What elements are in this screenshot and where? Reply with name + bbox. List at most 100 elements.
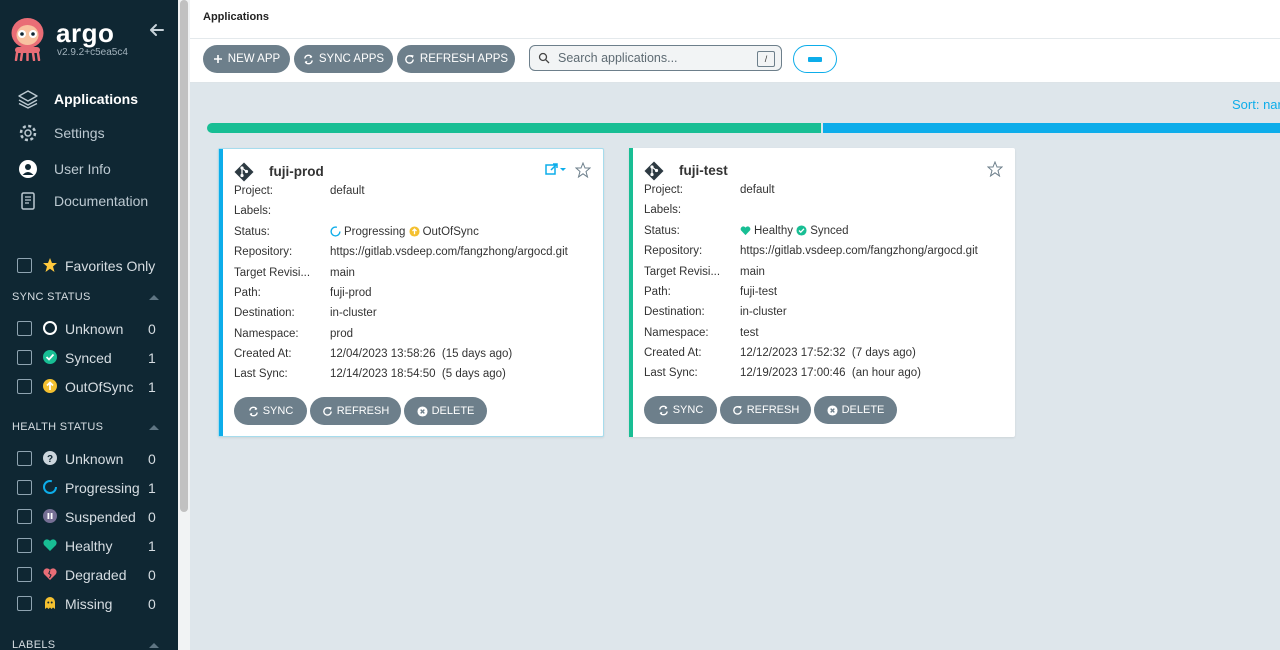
field-value[interactable]: https://gitlab.vsdeep.com/fangzhong/argo… [330, 246, 568, 258]
sync-status: Synced [810, 225, 849, 237]
star-outline-icon[interactable] [987, 161, 1003, 177]
search-input[interactable] [556, 50, 750, 66]
filter-health-missing[interactable]: Missing 0 [0, 592, 178, 616]
book-icon [18, 191, 38, 211]
filter-count: 0 [148, 451, 156, 467]
health-status-title: HEALTH STATUS [12, 421, 104, 433]
field-value: 12/14/2023 18:54:50 (5 days ago) [330, 368, 506, 380]
filter-label: Unknown [65, 451, 124, 467]
filter-count: 0 [148, 321, 156, 337]
checkbox[interactable] [17, 538, 32, 553]
field-namespace: Namespace: test [644, 327, 1004, 343]
sync-icon [303, 54, 314, 65]
checkbox[interactable] [17, 567, 32, 582]
new-app-button[interactable]: NEW APP [203, 45, 290, 73]
git-icon [234, 162, 254, 182]
field-label: Labels: [644, 204, 682, 216]
nav-settings[interactable]: Settings [0, 118, 178, 148]
app-card[interactable]: fuji-test Project: default Labels: Status… [629, 148, 1015, 437]
filter-label: Missing [65, 596, 113, 612]
sidebar: argo v2.9.2+c5ea5c4 Applications Setting… [0, 0, 178, 650]
refresh-button[interactable]: REFRESH [720, 396, 811, 424]
field-label: Destination: [644, 306, 705, 318]
caret-up-icon[interactable] [148, 423, 160, 431]
checkbox[interactable] [17, 451, 32, 466]
layers-icon [18, 89, 38, 109]
nav-applications[interactable]: Applications [0, 84, 178, 114]
checkbox[interactable] [17, 509, 32, 524]
svg-text:?: ? [47, 454, 53, 465]
field-label: Project: [234, 185, 273, 197]
field-label: Created At: [234, 348, 292, 360]
health-status: Progressing [344, 226, 406, 238]
refresh-apps-button[interactable]: REFRESH APPS [397, 45, 515, 73]
filter-sync-outofsync[interactable]: OutOfSync 1 [0, 375, 178, 399]
sync-button[interactable]: SYNC [644, 396, 717, 424]
sort-dropdown[interactable]: Sort: nar [1232, 97, 1280, 112]
sync-status-title: SYNC STATUS [12, 291, 91, 303]
view-toggle-button[interactable] [793, 45, 837, 73]
nav-documentation[interactable]: Documentation [0, 186, 178, 216]
caret-up-icon[interactable] [148, 293, 160, 301]
checkbox[interactable] [17, 350, 32, 365]
filter-sync-unknown[interactable]: Unknown 0 [0, 317, 178, 341]
ghost-icon [45, 597, 55, 609]
app-name[interactable]: fuji-test [679, 163, 728, 178]
field-value: test [740, 327, 759, 339]
nav-user-info[interactable]: User Info [0, 154, 178, 184]
refresh-label: REFRESH [746, 404, 800, 416]
filter-label: Progressing [65, 480, 140, 496]
sync-apps-button[interactable]: SYNC APPS [294, 45, 393, 73]
nav-label: Applications [54, 91, 139, 107]
external-link-icon[interactable] [545, 163, 567, 177]
gear-icon [18, 123, 38, 143]
app-card[interactable]: fuji-prod Project: default Labels: Status… [218, 148, 604, 437]
favorites-checkbox[interactable] [17, 258, 32, 273]
delete-button[interactable]: DELETE [814, 396, 897, 424]
field-project: Project: default [234, 185, 594, 201]
checkbox[interactable] [17, 596, 32, 611]
star-outline-icon[interactable] [575, 162, 591, 178]
field-value[interactable]: https://gitlab.vsdeep.com/fangzhong/argo… [740, 245, 978, 257]
check-circle-icon [43, 350, 57, 364]
field-value: fuji-prod [330, 287, 372, 299]
delete-button[interactable]: DELETE [404, 397, 487, 425]
nav-label: Documentation [54, 193, 149, 209]
checkbox[interactable] [17, 379, 32, 394]
search-box[interactable]: / [529, 45, 782, 71]
delete-label: DELETE [431, 405, 475, 417]
labels-title: LABELS [12, 639, 56, 650]
filter-health-unknown[interactable]: ? Unknown 0 [0, 447, 178, 471]
status-bar-healthy [207, 123, 821, 133]
search-shortcut: / [757, 51, 775, 67]
field-value: 12/04/2023 13:58:26 (15 days ago) [330, 348, 513, 360]
checkbox[interactable] [17, 480, 32, 495]
filter-health-progressing[interactable]: Progressing 1 [0, 476, 178, 500]
filter-health-suspended[interactable]: Suspended 0 [0, 505, 178, 529]
checkbox[interactable] [17, 321, 32, 336]
refresh-button[interactable]: REFRESH [310, 397, 401, 425]
status-bar-progressing [823, 123, 1280, 133]
app-name[interactable]: fuji-prod [269, 164, 324, 179]
collapse-sidebar-icon[interactable] [147, 20, 167, 40]
filter-label: Healthy [65, 538, 113, 554]
favorites-filter[interactable]: Favorites Only [0, 254, 178, 278]
filter-label: OutOfSync [65, 379, 134, 395]
filter-health-healthy[interactable]: Healthy 1 [0, 534, 178, 558]
filter-label: Suspended [65, 509, 136, 525]
filter-health-degraded[interactable]: Degraded 0 [0, 563, 178, 587]
breadcrumb: Applications [203, 11, 270, 23]
field-repository: Repository: https://gitlab.vsdeep.com/fan… [234, 246, 594, 262]
field-status: Status: Progressing OutOfSync [234, 226, 594, 242]
sync-button[interactable]: SYNC [234, 397, 307, 425]
tiles-view-icon [808, 56, 822, 62]
field-labels: Labels: [234, 205, 594, 221]
filter-sync-synced[interactable]: Synced 1 [0, 346, 178, 370]
sync-status: OutOfSync [422, 226, 479, 238]
field-path: Path: fuji-prod [234, 287, 594, 303]
field-label: Target Revisi... [234, 267, 311, 279]
sidebar-scrollbar-thumb[interactable] [180, 0, 188, 512]
sync-label: SYNC [262, 405, 294, 417]
status-value: Progressing OutOfSync [330, 226, 479, 238]
caret-up-icon[interactable] [148, 641, 160, 649]
